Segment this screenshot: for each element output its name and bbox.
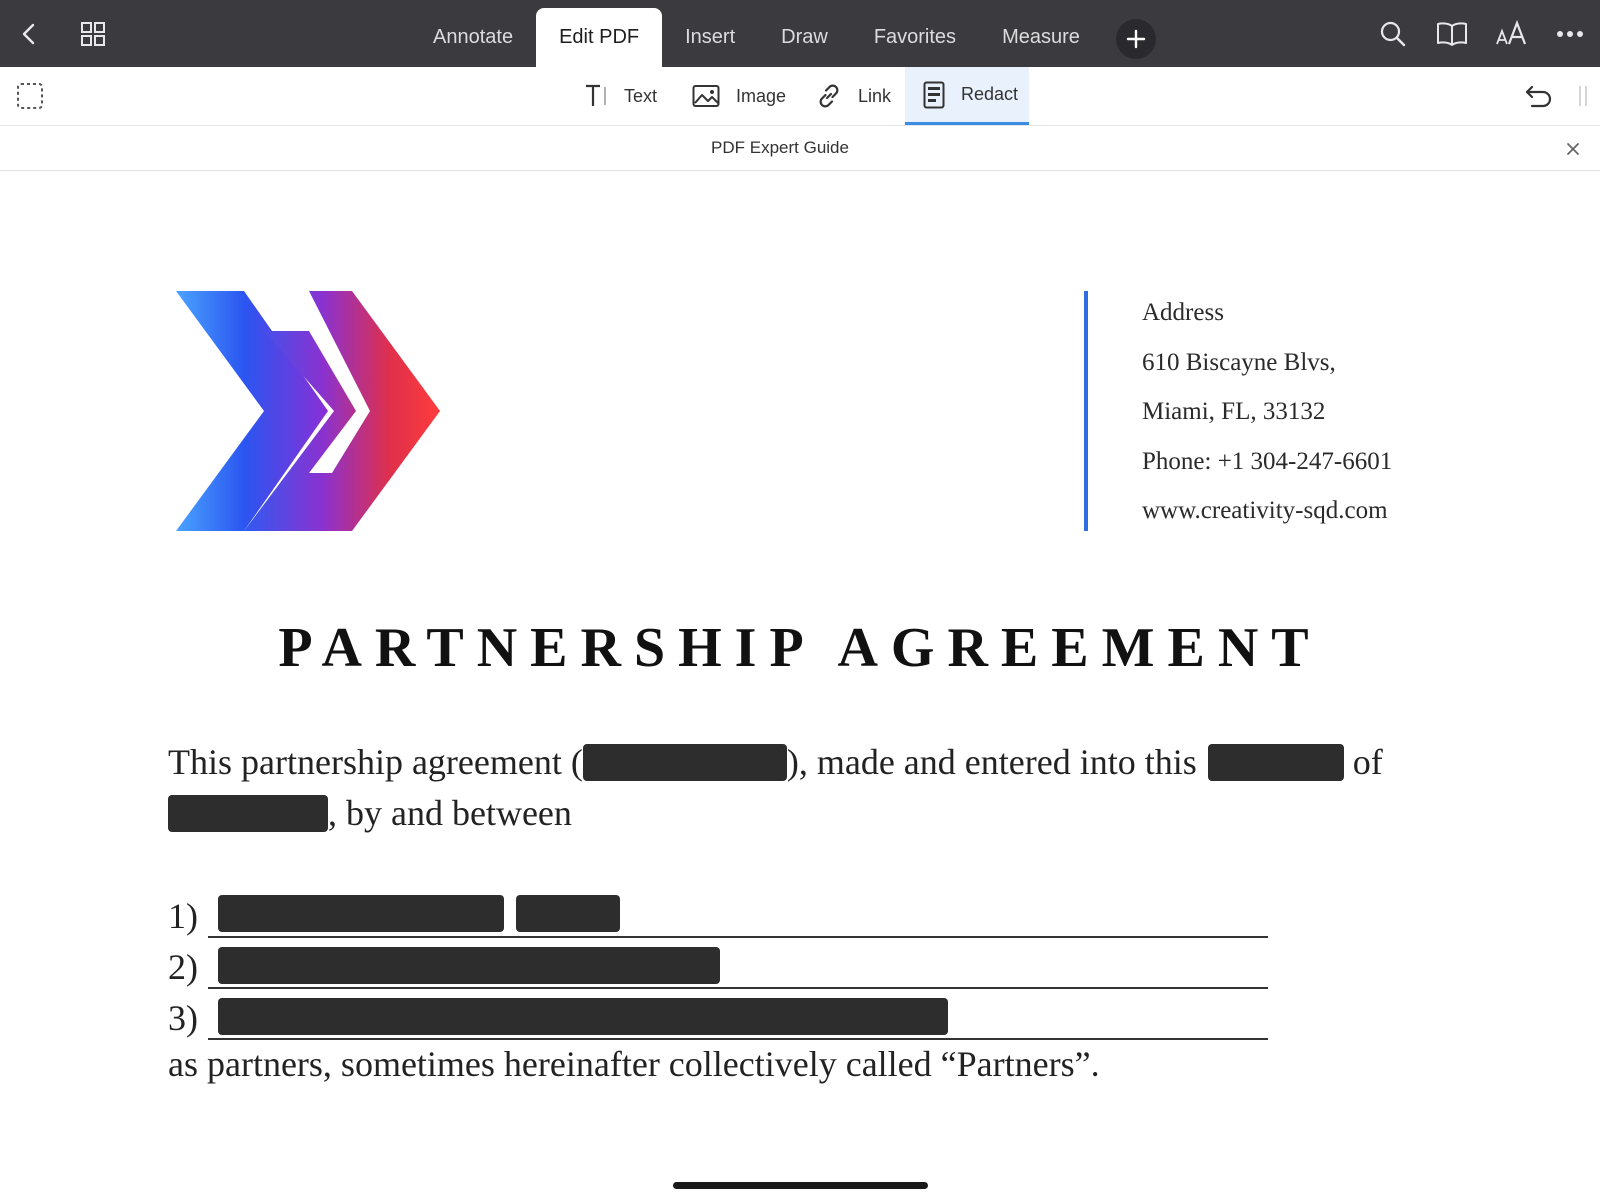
agreement-title: PARTNERSHIP AGREEMENT (278, 617, 1322, 679)
redaction-box[interactable] (218, 947, 720, 984)
more-button[interactable] (1550, 14, 1590, 54)
redaction-box[interactable] (168, 795, 328, 832)
intro-text-3: of (1352, 742, 1383, 782)
tab-annotate[interactable]: Annotate (410, 8, 536, 67)
redaction-box[interactable] (582, 744, 787, 781)
link-tool-button[interactable]: Link (816, 67, 891, 125)
intro-text-4: , by and between (328, 793, 572, 833)
tab-favorites[interactable]: Favorites (851, 8, 979, 67)
home-indicator[interactable] (673, 1182, 928, 1189)
redaction-box[interactable] (218, 895, 504, 932)
partner-number-1: 1) (168, 896, 198, 936)
intro-line-2: , by and between (168, 792, 572, 834)
redact-tool-label: Redact (961, 84, 1019, 104)
partner-line-3 (208, 1038, 1268, 1040)
main-toolbar: Annotate Edit PDF Insert Draw Favorites … (0, 0, 1600, 67)
image-tool-label: Image (736, 85, 787, 106)
edit-toolbar: Text Image Link Redact (0, 67, 1600, 126)
close-icon (1567, 143, 1579, 155)
search-button[interactable] (1373, 14, 1413, 54)
grid-icon (81, 22, 105, 46)
drag-handle-icon (1579, 86, 1587, 106)
redact-tool-button[interactable]: Redact (905, 67, 1030, 125)
tab-insert[interactable]: Insert (662, 8, 758, 67)
text-tool-icon (586, 84, 606, 106)
partner-number-2: 2) (168, 947, 198, 987)
image-tool-button[interactable]: Image (692, 67, 786, 125)
tab-measure[interactable]: Measure (979, 8, 1103, 67)
more-icon (1557, 31, 1583, 37)
search-icon (1380, 21, 1406, 47)
book-icon (1437, 22, 1467, 46)
text-tool-button[interactable]: Text (584, 67, 657, 125)
intro-text-1: This partnership agreement ( (168, 742, 583, 782)
pdf-page: Address 610 Biscayne Blvs, Miami, FL, 33… (0, 171, 1600, 1200)
plus-icon (1126, 29, 1146, 49)
undo-button[interactable] (1524, 67, 1554, 125)
selection-icon (17, 83, 43, 109)
mode-tabs: Annotate Edit PDF Insert Draw Favorites … (410, 8, 1156, 67)
text-size-button[interactable] (1492, 14, 1532, 54)
address-city: Miami, FL, 33132 (1142, 398, 1326, 425)
select-area-button[interactable] (16, 67, 44, 125)
intro-text-2: ), made and entered into this (786, 742, 1197, 782)
back-icon (22, 23, 35, 45)
text-tool-label: Text (624, 85, 658, 106)
address-label: Address (1142, 299, 1224, 326)
close-document-button[interactable] (1560, 136, 1586, 162)
address-divider (1084, 291, 1088, 531)
text-size-icon (1496, 20, 1527, 45)
link-icon (819, 84, 839, 108)
address-website: www.creativity-sqd.com (1142, 497, 1388, 524)
link-tool-label: Link (858, 85, 892, 106)
address-phone: Phone: +1 304-247-6601 (1142, 447, 1393, 475)
reading-mode-button[interactable] (1432, 14, 1472, 54)
address-block: Address 610 Biscayne Blvs, Miami, FL, 33… (1142, 299, 1392, 547)
redact-icon (923, 81, 945, 108)
partner-line-1 (208, 936, 1268, 938)
back-button[interactable] (10, 14, 50, 54)
intro-line-1: This partnership agreement ( ), made and … (168, 741, 1383, 783)
partner-number-3: 3) (168, 998, 198, 1038)
image-icon (692, 85, 720, 107)
panel-handle[interactable] (1578, 67, 1588, 125)
closing-line: as partners, sometimes hereinafter colle… (168, 1044, 1100, 1084)
redaction-box[interactable] (1207, 744, 1344, 781)
tab-edit-pdf[interactable]: Edit PDF (536, 8, 663, 67)
thumbnails-button[interactable] (73, 14, 113, 54)
document-title: PDF Expert Guide (711, 138, 849, 157)
redaction-box[interactable] (516, 895, 620, 932)
add-tab-button[interactable] (1115, 19, 1156, 59)
address-street: 610 Biscayne Blvs, (1142, 348, 1336, 376)
partner-line-2 (208, 987, 1268, 989)
document-title-bar: PDF Expert Guide (0, 126, 1600, 171)
undo-icon (1525, 85, 1552, 108)
company-logo (176, 291, 440, 531)
tab-draw[interactable]: Draw (758, 8, 851, 67)
redaction-box[interactable] (218, 998, 948, 1035)
